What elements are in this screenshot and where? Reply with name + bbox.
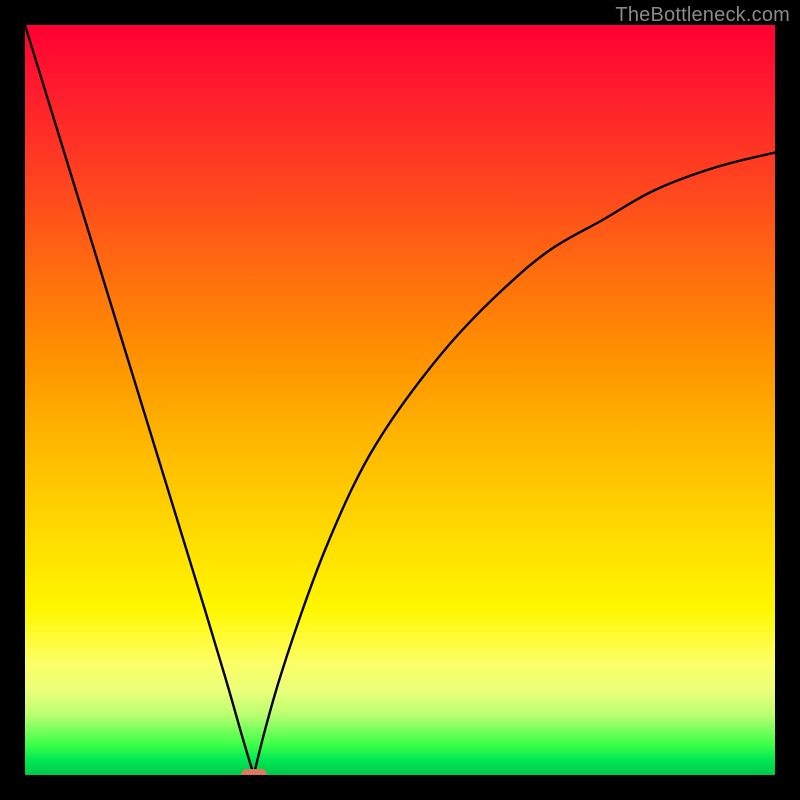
chart-frame: TheBottleneck.com	[0, 0, 800, 800]
optimal-point-marker	[241, 769, 267, 775]
plot-area	[25, 25, 775, 775]
curve-right-branch	[254, 153, 775, 776]
bottleneck-curve	[25, 25, 775, 775]
watermark-text: TheBottleneck.com	[615, 4, 790, 27]
curve-left-branch	[25, 25, 254, 775]
